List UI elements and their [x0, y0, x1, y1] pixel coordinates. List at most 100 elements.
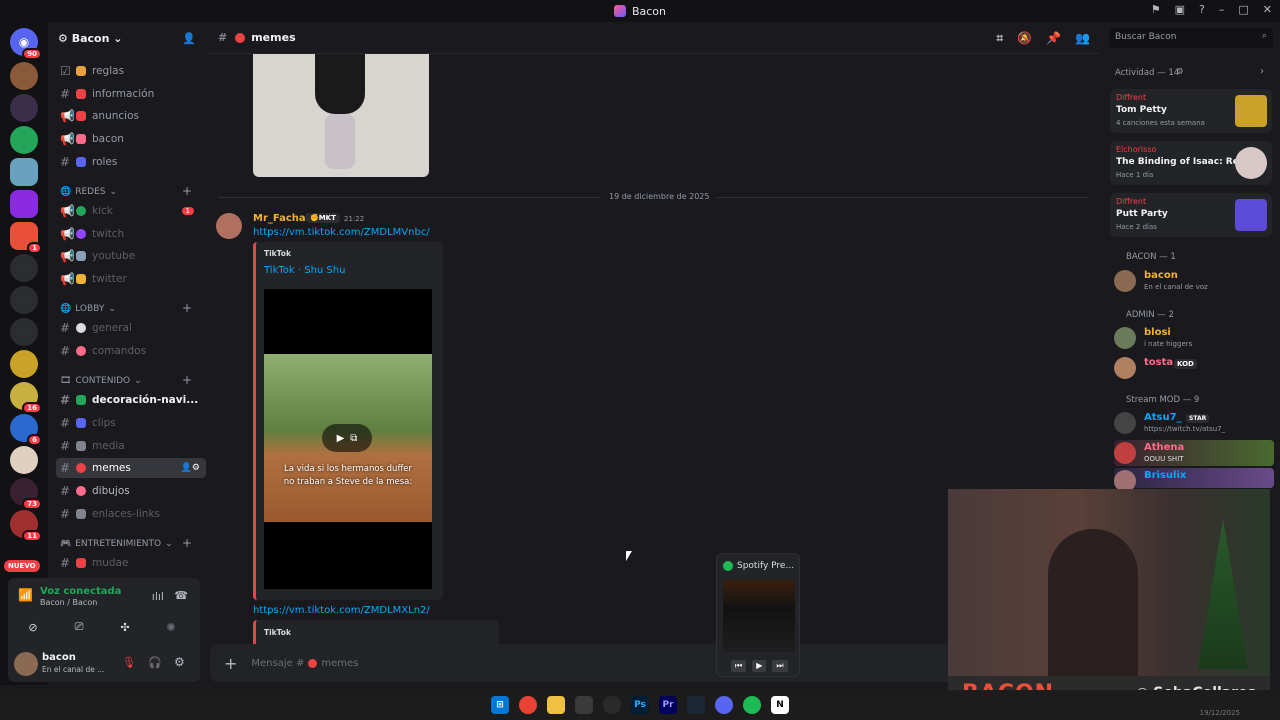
user-settings-icon[interactable]: ⚙ — [174, 655, 185, 669]
channel-enlaces-links[interactable]: # enlaces-links — [56, 504, 206, 524]
server-icon[interactable] — [10, 126, 38, 154]
channel-kick[interactable]: 📢 kick 1 — [56, 201, 206, 221]
message-link[interactable]: https://vm.tiktok.com/ZMDLMVnbc/ — [253, 227, 430, 238]
channel-informacion[interactable]: # información — [56, 84, 206, 104]
server-icon[interactable]: 73 — [10, 478, 42, 510]
avatar[interactable] — [14, 652, 38, 676]
add-channel-icon[interactable]: + — [182, 301, 192, 315]
app-icon[interactable] — [575, 696, 593, 714]
deafen-icon[interactable]: 🎧 — [148, 656, 162, 669]
play-button[interactable]: ▶ ⧉ — [322, 424, 372, 452]
file-explorer-icon[interactable] — [547, 696, 565, 714]
steam-icon[interactable] — [687, 696, 705, 714]
server-icon[interactable] — [10, 254, 38, 282]
category-lobby[interactable]: 🌐 LOBBY ⌄ — [60, 304, 116, 314]
server-icon[interactable] — [10, 190, 38, 218]
channel-general[interactable]: # general — [56, 318, 206, 338]
channel-media[interactable]: # media — [56, 436, 206, 456]
activity-card[interactable]: Elchorisso The Binding of Isaac: Rebirth… — [1110, 141, 1272, 185]
voice-channel[interactable]: Bacon / Bacon — [40, 598, 97, 607]
dm-home-icon[interactable]: ◉ 90 — [10, 28, 42, 60]
photoshop-icon[interactable]: Ps — [631, 696, 649, 714]
notion-icon[interactable]: N — [771, 696, 789, 714]
notifications-muted-icon[interactable]: 🔕 — [1017, 31, 1032, 46]
close-icon[interactable]: ✕ — [1263, 3, 1272, 16]
member-item[interactable]: bacon En el canal de voz — [1114, 268, 1274, 294]
member-item[interactable]: Atsu7_ STAR https://twitch.tv/atsu7_ — [1114, 410, 1274, 436]
channel-roles[interactable]: # roles — [56, 152, 206, 172]
search-input[interactable]: Buscar Bacon ⌕ — [1109, 28, 1273, 48]
obs-icon[interactable] — [603, 696, 621, 714]
video-thumbnail[interactable]: ▶ ⧉ La vida si los hermanos duffer no tra… — [264, 289, 432, 589]
add-channel-icon[interactable]: + — [182, 184, 192, 198]
server-icon[interactable] — [10, 286, 38, 314]
bacon-server-icon[interactable]: 1 — [10, 222, 42, 254]
minimize-icon[interactable]: – — [1219, 3, 1225, 16]
server-header[interactable]: ⚙ Bacon ⌄ 👤 — [48, 22, 206, 54]
channel-youtube[interactable]: 📢 youtube — [56, 246, 206, 266]
channel-mudae[interactable]: # mudae — [56, 553, 206, 573]
channel-dibujos[interactable]: # dibujos — [56, 481, 206, 501]
channel-memes[interactable]: # memes 👤⚙ — [56, 458, 206, 478]
embed-title[interactable]: TikTok · Shu Shu — [264, 265, 345, 276]
disconnect-icon[interactable]: ☎ — [174, 589, 188, 602]
add-channel-icon[interactable]: + — [182, 536, 192, 550]
member-list-icon[interactable]: 👥 — [1075, 31, 1090, 46]
category-entretenimiento[interactable]: 🎮 ENTRETENIMIENTO ⌄ — [60, 539, 173, 549]
help-icon[interactable]: ? — [1199, 3, 1205, 16]
category-contenido[interactable]: 🎞 CONTENIDO ⌄ — [60, 376, 142, 386]
member-item[interactable]: Athena OOUU SHIT — [1114, 440, 1274, 466]
windows-start-icon[interactable]: ⊞ — [491, 696, 509, 714]
activity-card[interactable]: Diffrent Tom Petty 4 canciones esta sema… — [1110, 89, 1272, 133]
mic-muted-icon[interactable]: 🎙 — [122, 656, 136, 669]
server-icon[interactable] — [10, 350, 38, 378]
avatar[interactable] — [216, 213, 242, 239]
server-icon[interactable]: 6 — [10, 414, 42, 446]
add-channel-icon[interactable]: + — [182, 373, 192, 387]
server-icon[interactable] — [10, 62, 38, 90]
play-icon[interactable]: ▶ — [752, 660, 767, 672]
maximize-icon[interactable]: □ — [1238, 3, 1248, 16]
threads-icon[interactable]: ⌗ — [996, 31, 1003, 46]
server-icon[interactable] — [10, 446, 38, 474]
server-icon[interactable]: 11 — [10, 510, 42, 542]
screen-share-icon[interactable]: ⎚ — [58, 616, 100, 638]
channel-clips[interactable]: # clips — [56, 413, 206, 433]
screen-icon[interactable]: ▣ — [1175, 3, 1185, 16]
activity-card[interactable]: Diffrent Putt Party Hace 2 días — [1110, 193, 1272, 237]
next-icon[interactable]: ⏭ — [772, 660, 788, 672]
message-author[interactable]: Mr_Facha7 — [253, 213, 313, 224]
member-item[interactable]: Brisulix — [1114, 468, 1274, 492]
channel-twitter[interactable]: 📢 twitter — [56, 269, 206, 289]
channel-reglas[interactable]: ☑ reglas — [56, 61, 206, 81]
channel-comandos[interactable]: # comandos — [56, 341, 206, 361]
inbox-icon[interactable]: ⚑ — [1151, 3, 1161, 16]
add-member-icon[interactable]: 👤 — [182, 32, 196, 45]
camera-off-icon[interactable]: ⊘ — [12, 616, 54, 638]
chevron-right-icon[interactable]: › — [1260, 66, 1264, 77]
server-icon[interactable] — [10, 94, 38, 122]
pin-icon[interactable]: 📌 — [1046, 31, 1061, 46]
server-icon[interactable]: 16 — [10, 382, 42, 414]
member-item[interactable]: blosi i nate higgers — [1114, 325, 1274, 351]
add-attachment-icon[interactable]: + — [224, 654, 237, 673]
discord-icon[interactable] — [715, 696, 733, 714]
channel-anuncios[interactable]: 📢 anuncios — [56, 106, 206, 126]
channel-decoracion-navidena[interactable]: # decoración-navi... — [56, 390, 206, 410]
server-icon[interactable] — [10, 158, 38, 186]
spotify-icon[interactable] — [743, 696, 761, 714]
message-link[interactable]: https://vm.tiktok.com/ZMDLMXLn2/ — [253, 605, 430, 616]
premiere-icon[interactable]: Pr — [659, 696, 677, 714]
activities-icon[interactable]: ✣ — [104, 616, 146, 638]
channel-twitch[interactable]: 📢 twitch — [56, 224, 206, 244]
channel-settings-icon[interactable]: 👤⚙ — [181, 463, 200, 473]
voice-status[interactable]: Voz conectada — [40, 586, 121, 597]
server-icon[interactable] — [10, 318, 38, 346]
noise-suppression-icon[interactable]: ılıl — [152, 590, 164, 603]
channel-bacon[interactable]: 📢 bacon — [56, 129, 206, 149]
activity-settings-icon[interactable]: ⚙ — [1176, 67, 1184, 77]
member-item[interactable]: tosta KOD — [1114, 355, 1274, 381]
previous-icon[interactable]: ⏮ — [731, 660, 747, 672]
soundboard-icon[interactable]: ✺ — [150, 616, 192, 638]
spotify-mini-player[interactable]: Spotify Pre... ⏮ ▶ ⏭ — [716, 553, 800, 677]
